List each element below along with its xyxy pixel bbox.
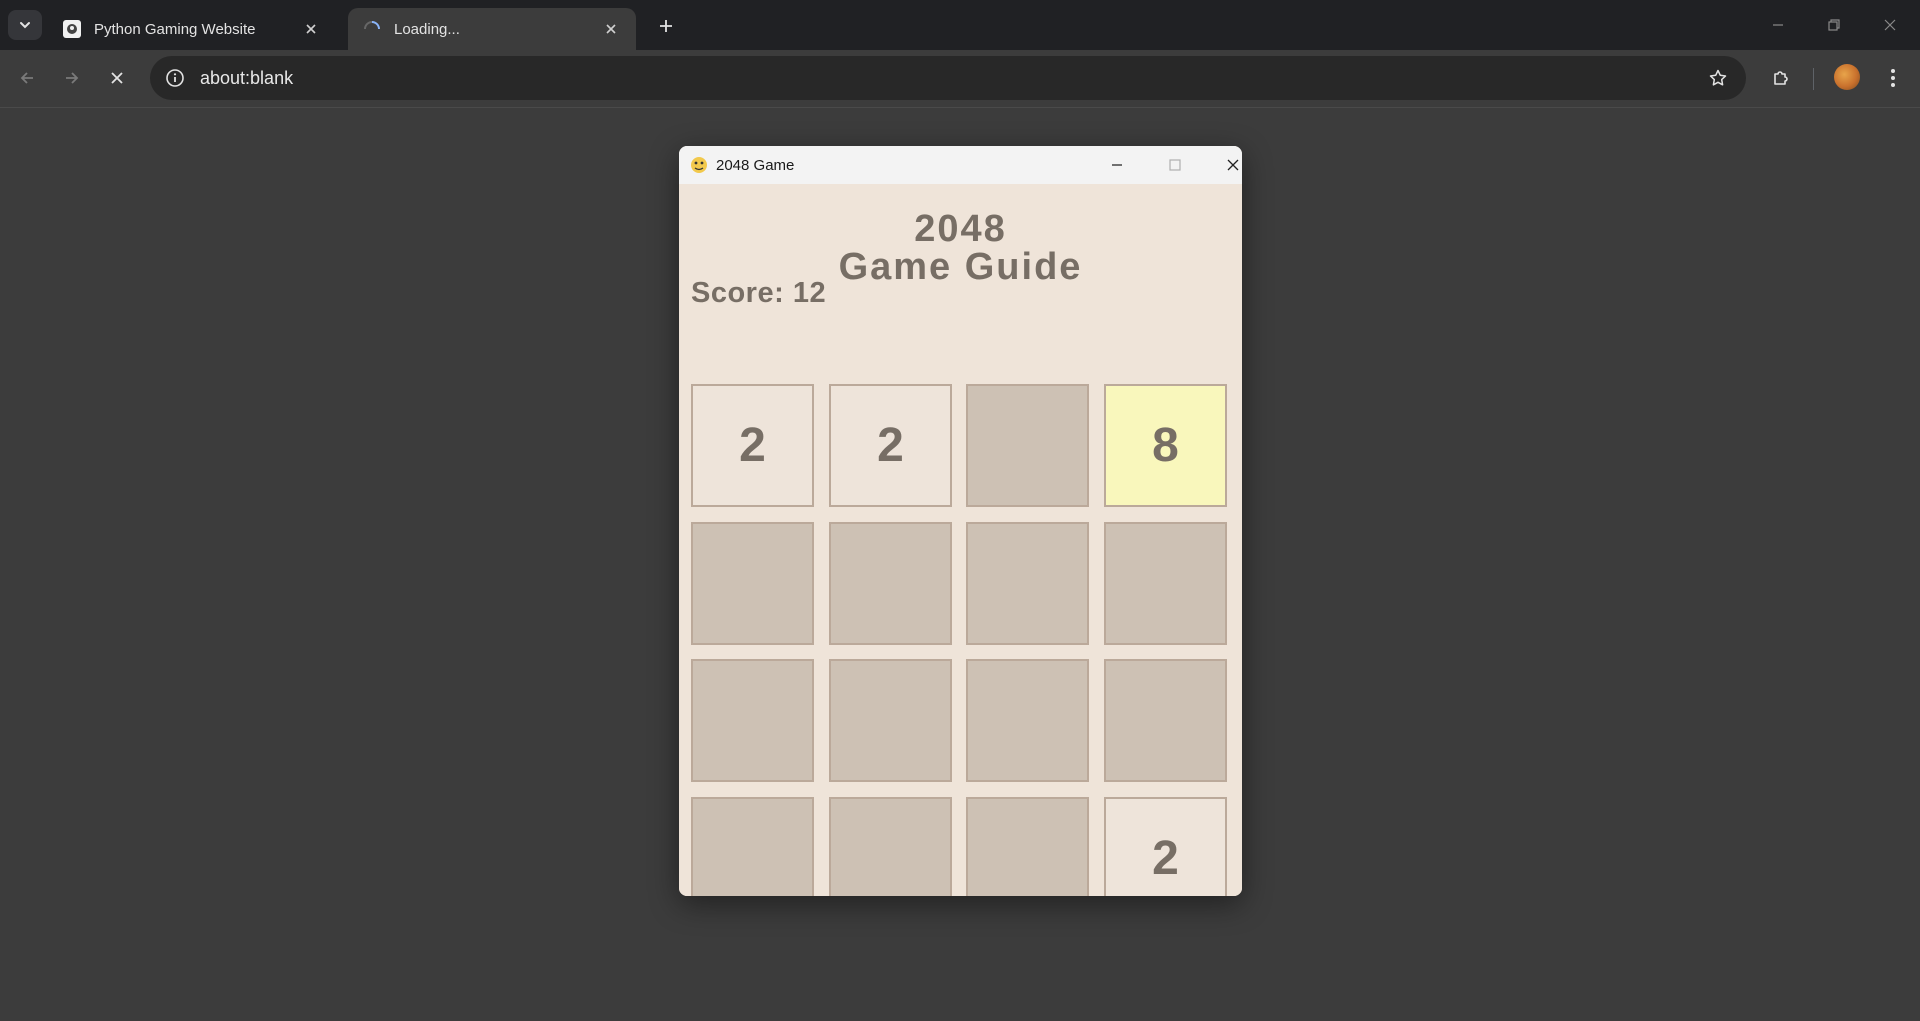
game-window: 2048 Game 2048 Game Guide Score: 12 2282 bbox=[679, 146, 1242, 896]
tile-empty bbox=[966, 797, 1089, 896]
menu-button[interactable] bbox=[1876, 61, 1910, 95]
close-icon bbox=[111, 72, 123, 84]
loading-spinner-icon bbox=[362, 19, 382, 39]
url-text[interactable]: about:blank bbox=[200, 68, 1704, 89]
score-label: Score: 12 bbox=[691, 277, 827, 309]
new-tab-button[interactable] bbox=[652, 12, 680, 40]
back-button[interactable] bbox=[10, 61, 44, 95]
tab-loading[interactable]: Loading... bbox=[348, 8, 636, 50]
arrow-right-icon bbox=[66, 72, 79, 84]
close-tab-icon[interactable] bbox=[300, 18, 322, 40]
tile-2: 2 bbox=[829, 384, 952, 507]
tile-empty bbox=[1104, 659, 1227, 782]
tab-python-gaming[interactable]: Python Gaming Website bbox=[48, 8, 336, 50]
address-bar[interactable]: about:blank bbox=[150, 56, 1746, 100]
window-title: 2048 Game bbox=[716, 157, 795, 174]
site-info-icon[interactable] bbox=[164, 67, 186, 89]
restore-icon bbox=[1828, 19, 1840, 31]
tile-empty bbox=[829, 659, 952, 782]
tab-title: Loading... bbox=[394, 20, 460, 38]
tile-2: 2 bbox=[691, 384, 814, 507]
maximize-icon bbox=[1169, 159, 1181, 171]
tile-empty bbox=[966, 659, 1089, 782]
more-vert-icon bbox=[1891, 69, 1895, 87]
tab-strip: Python Gaming Website Loading... bbox=[0, 0, 1920, 50]
window-minimize-button[interactable] bbox=[1094, 150, 1140, 180]
browser-toolbar: about:blank bbox=[0, 50, 1920, 108]
stop-loading-button[interactable] bbox=[100, 61, 134, 95]
minimize-icon bbox=[1773, 24, 1783, 26]
tile-empty bbox=[691, 797, 814, 896]
tile-empty bbox=[966, 384, 1089, 507]
chevron-down-icon bbox=[20, 22, 30, 29]
tab-title: Python Gaming Website bbox=[94, 20, 256, 38]
tile-empty bbox=[829, 797, 952, 896]
tile-empty bbox=[691, 659, 814, 782]
tile-2: 2 bbox=[1104, 797, 1227, 896]
window-maximize-button[interactable] bbox=[1152, 150, 1198, 180]
arrow-left-icon bbox=[20, 72, 33, 84]
tile-empty bbox=[966, 522, 1089, 645]
game-canvas[interactable]: 2048 Game Guide Score: 12 2282 bbox=[679, 184, 1242, 896]
tile-8: 8 bbox=[1104, 384, 1227, 507]
profile-avatar[interactable] bbox=[1834, 64, 1860, 90]
pygame-snake-icon bbox=[691, 157, 707, 173]
minimize-button[interactable] bbox=[1754, 8, 1802, 42]
toolbar-divider bbox=[1813, 68, 1814, 90]
close-window-button[interactable] bbox=[1866, 8, 1914, 42]
site-favicon-icon bbox=[62, 19, 82, 39]
restore-button[interactable] bbox=[1810, 8, 1858, 42]
tile-empty bbox=[691, 522, 814, 645]
plus-icon bbox=[660, 20, 672, 32]
tile-empty bbox=[1104, 522, 1227, 645]
forward-button[interactable] bbox=[55, 61, 89, 95]
game-title-line1: 2048 bbox=[914, 208, 1007, 250]
close-tab-icon[interactable] bbox=[600, 18, 622, 40]
close-icon bbox=[1884, 19, 1896, 31]
tab-search-button[interactable] bbox=[8, 10, 42, 40]
game-board: 2282 bbox=[691, 384, 1231, 896]
extensions-button[interactable] bbox=[1764, 61, 1798, 95]
puzzle-icon bbox=[1774, 71, 1788, 85]
window-titlebar[interactable]: 2048 Game bbox=[679, 146, 1242, 184]
minimize-icon bbox=[1112, 164, 1122, 166]
window-close-button[interactable] bbox=[1210, 150, 1242, 180]
bookmark-star-icon[interactable] bbox=[1704, 64, 1732, 92]
close-icon bbox=[1227, 159, 1239, 171]
tile-empty bbox=[829, 522, 952, 645]
